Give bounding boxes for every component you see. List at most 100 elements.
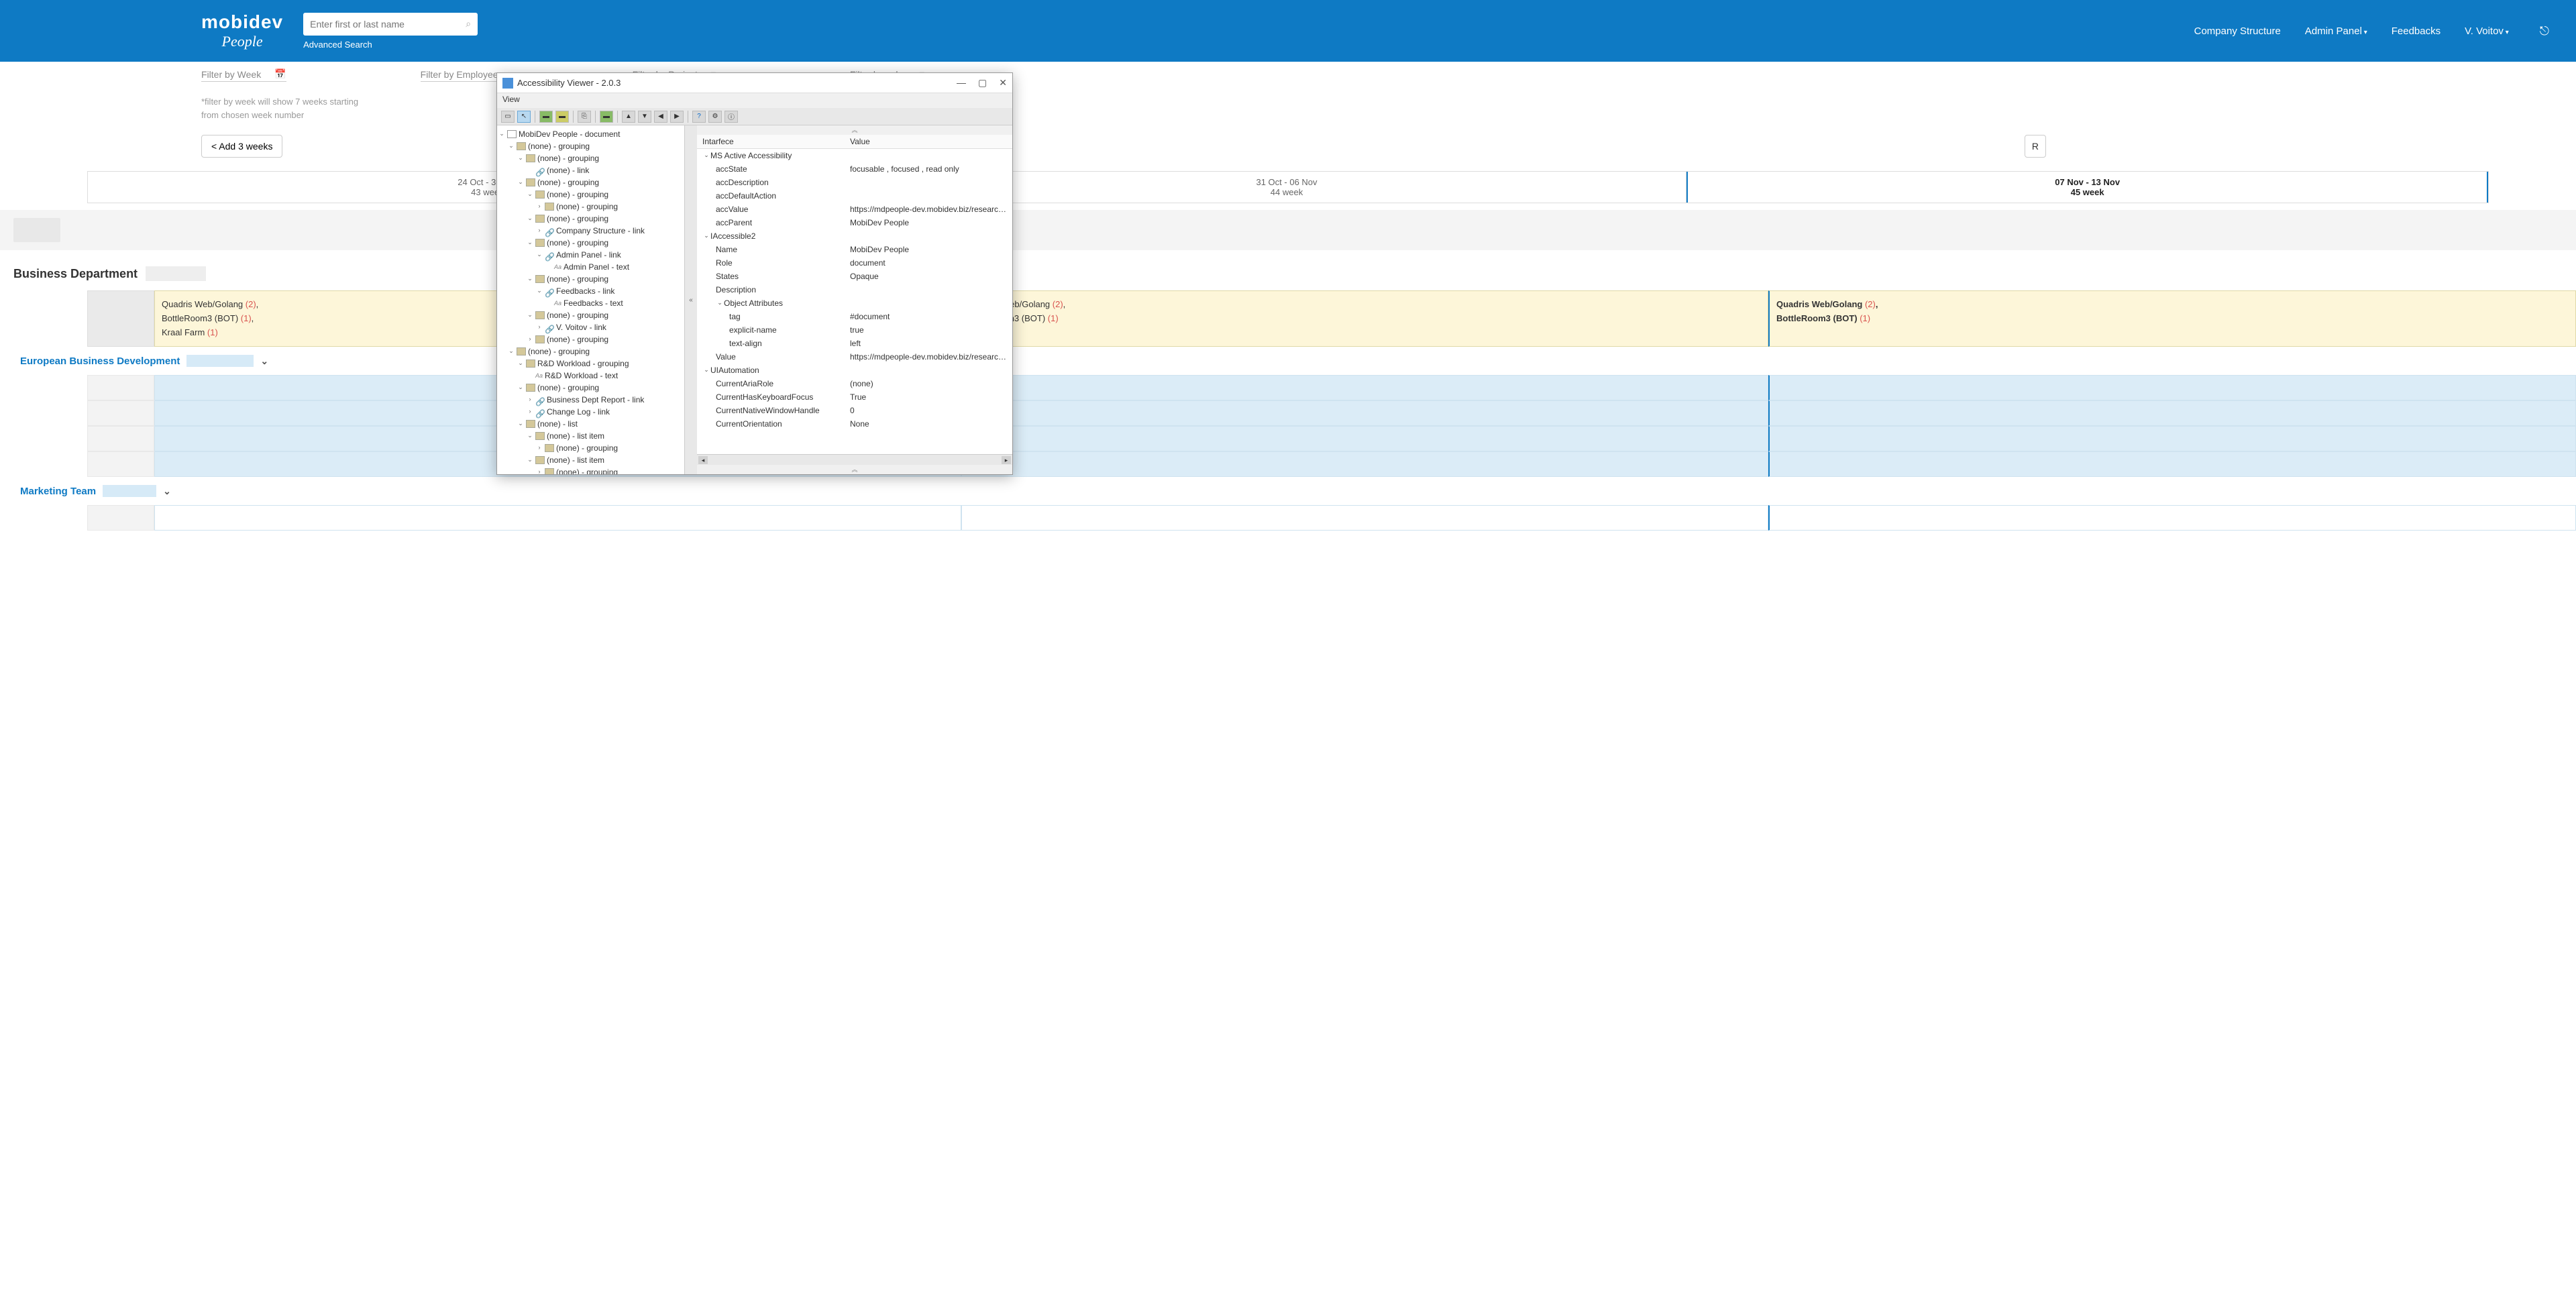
tree-node[interactable]: AaAdmin Panel - text (498, 261, 683, 273)
tree-node[interactable]: ⌄(none) - grouping (498, 213, 683, 225)
grid-row[interactable] (87, 400, 2576, 426)
tree-toggle-icon[interactable]: ⌄ (508, 347, 515, 356)
prop-row[interactable]: ⌄MS Active Accessibility (697, 149, 1012, 162)
tree-node[interactable]: ⌄🔗Admin Panel - link (498, 249, 683, 261)
prop-row[interactable]: ⌄UIAutomation (697, 364, 1012, 377)
tree-toggle-icon[interactable]: › (536, 443, 543, 453)
tree-toggle-icon[interactable]: ⌄ (536, 250, 543, 260)
tree-node[interactable]: ⌄(none) - grouping (498, 176, 683, 188)
tree-toggle-icon[interactable]: ⌄ (517, 359, 524, 368)
prop-row[interactable]: accParentMobiDev People (697, 216, 1012, 229)
tree-toggle-icon[interactable]: › (536, 226, 543, 235)
tree-toggle-icon[interactable]: ⌄ (527, 431, 533, 441)
accessibility-viewer-window[interactable]: Accessibility Viewer - 2.0.3 — ▢ ✕ View … (496, 72, 1013, 475)
tree-node[interactable]: ›(none) - grouping (498, 201, 683, 213)
add-weeks-button[interactable]: < Add 3 weeks (201, 135, 282, 158)
av-tool-cursor-icon[interactable]: ▭ (501, 111, 515, 123)
av-tool-highlight-icon[interactable]: ▬ (539, 111, 553, 123)
prop-row[interactable]: NameMobiDev People (697, 243, 1012, 256)
av-tool-down-icon[interactable]: ▼ (638, 111, 651, 123)
tree-toggle-icon[interactable]: ⌄ (527, 274, 533, 284)
tree-node[interactable]: AaR&D Workload - text (498, 370, 683, 382)
prop-row[interactable]: Valuehttps://mdpeople-dev.mobidev.biz/re… (697, 350, 1012, 364)
group-toggle-icon[interactable]: ⌄ (702, 151, 710, 160)
nav-company-structure[interactable]: Company Structure (2194, 25, 2281, 37)
grid-cell[interactable] (961, 375, 1768, 400)
tree-toggle-icon[interactable]: ⌄ (527, 214, 533, 223)
grid-cell[interactable] (1768, 375, 2576, 400)
tree-toggle-icon[interactable]: ⌄ (498, 129, 505, 139)
advanced-search-link[interactable]: Advanced Search (303, 40, 478, 50)
r-button[interactable]: R (2025, 135, 2046, 158)
h-scrollbar[interactable]: ◂▸ (697, 454, 1012, 465)
tree-toggle-icon[interactable]: ⌄ (527, 190, 533, 199)
grid-row[interactable] (87, 426, 2576, 451)
grid-row[interactable] (87, 451, 2576, 477)
grid-row[interactable] (87, 505, 2576, 531)
maximize-icon[interactable]: ▢ (978, 77, 987, 89)
nav-admin-panel[interactable]: Admin Panel (2305, 25, 2367, 37)
nav-user[interactable]: V. Voitov (2465, 25, 2509, 37)
av-tool-info-icon[interactable]: ⓘ (724, 111, 738, 123)
search-box[interactable]: ⌕ (303, 13, 478, 36)
search-input[interactable] (310, 19, 458, 30)
prop-row[interactable]: CurrentHasKeyboardFocusTrue (697, 390, 1012, 404)
filter-by-week[interactable]: Filter by Week 📅 (201, 68, 286, 82)
minimize-icon[interactable]: — (957, 77, 966, 89)
prop-row[interactable]: tag#document (697, 310, 1012, 323)
tree-node[interactable]: AaFeedbacks - text (498, 297, 683, 309)
calendar-icon[interactable]: 📅 (274, 68, 286, 80)
prop-row[interactable]: CurrentNativeWindowHandle0 (697, 404, 1012, 417)
prop-row[interactable]: Roledocument (697, 256, 1012, 270)
tree-node[interactable]: ›(none) - grouping (498, 466, 683, 474)
prop-row[interactable]: accValuehttps://mdpeople-dev.mobidev.biz… (697, 203, 1012, 216)
av-tool-pointer-icon[interactable]: ↖ (517, 111, 531, 123)
tree-node[interactable]: ⌄(none) - grouping (498, 140, 683, 152)
grid-cell[interactable] (961, 505, 1768, 531)
nav-feedbacks[interactable]: Feedbacks (2392, 25, 2440, 37)
tree-toggle-icon[interactable]: ⌄ (536, 286, 543, 296)
group-toggle-icon[interactable]: ⌄ (702, 231, 710, 241)
av-tool-highlight3-icon[interactable]: ▬ (600, 111, 613, 123)
prop-row[interactable]: accDefaultAction (697, 189, 1012, 203)
grid-cell[interactable] (1768, 400, 2576, 426)
tree-toggle-icon[interactable]: ⌄ (517, 154, 524, 163)
grid-cell[interactable] (1768, 505, 2576, 531)
prop-row[interactable]: CurrentAriaRole(none) (697, 377, 1012, 390)
close-icon[interactable]: ✕ (999, 77, 1007, 89)
tree-node[interactable]: ⌄(none) - list item (498, 454, 683, 466)
grid-cell[interactable] (961, 400, 1768, 426)
tree-node[interactable]: ›(none) - grouping (498, 442, 683, 454)
tree-toggle-icon[interactable]: › (536, 202, 543, 211)
tree-toggle-icon[interactable]: ⌄ (517, 383, 524, 392)
tree-node[interactable]: ⌄🔗Feedbacks - link (498, 285, 683, 297)
chevron-down-icon[interactable]: ⌄ (260, 355, 268, 367)
av-titlebar[interactable]: Accessibility Viewer - 2.0.3 — ▢ ✕ (497, 73, 1012, 93)
group-toggle-icon[interactable]: ⌄ (702, 366, 710, 375)
prop-row[interactable]: explicit-nametrue (697, 323, 1012, 337)
av-expand-top[interactable]: ︽ (697, 125, 1012, 135)
tree-toggle-icon[interactable]: ⌄ (527, 455, 533, 465)
grid-cell[interactable] (961, 451, 1768, 477)
av-props-pane[interactable]: ︽ Intarfece Value ⌄MS Active Accessibili… (697, 125, 1012, 474)
tree-toggle-icon[interactable]: ⌄ (517, 419, 524, 429)
tree-toggle-icon[interactable]: ⌄ (517, 178, 524, 187)
grid-cell[interactable] (961, 426, 1768, 451)
grid-row[interactable] (87, 375, 2576, 400)
av-tool-settings-icon[interactable]: ⚙ (708, 111, 722, 123)
tree-node[interactable]: ⌄R&D Workload - grouping (498, 358, 683, 370)
av-tool-highlight2-icon[interactable]: ▬ (555, 111, 569, 123)
tree-toggle-icon[interactable]: ⌄ (527, 238, 533, 248)
search-icon[interactable]: ⌕ (466, 18, 471, 30)
av-tool-help-icon[interactable]: ? (692, 111, 706, 123)
section-european-bd[interactable]: European Business Development ⌄ (0, 347, 2576, 375)
tree-node[interactable]: ›🔗Change Log - link (498, 406, 683, 418)
grid-cell[interactable] (154, 505, 961, 531)
prop-row[interactable]: accDescription (697, 176, 1012, 189)
tree-toggle-icon[interactable]: › (527, 407, 533, 417)
prop-row[interactable]: StatesOpaque (697, 270, 1012, 283)
tree-node[interactable]: ›🔗V. Voitov - link (498, 321, 683, 333)
tree-node[interactable]: ⌄(none) - grouping (498, 309, 683, 321)
av-tool-copy-icon[interactable]: ⎘ (578, 111, 591, 123)
group-toggle-icon[interactable]: ⌄ (716, 298, 724, 308)
